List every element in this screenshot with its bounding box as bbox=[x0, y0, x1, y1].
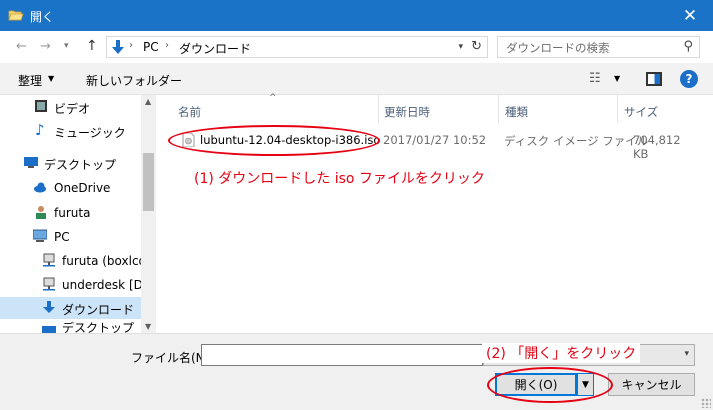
file-list: ^ 名前 更新日時 種類 サイズ lubuntu-12.04-desktop-i… bbox=[156, 93, 713, 333]
chevron-down-icon: ▼ bbox=[48, 74, 55, 83]
sidebar-item-label: デスクトップ bbox=[44, 158, 117, 172]
column-header-type[interactable]: 種類 bbox=[505, 95, 528, 123]
desktop-icon bbox=[42, 326, 56, 333]
dialog-footer: ファイル名(N): ▾ (2) 「開く」をクリック 開く(O) ▼ キャンセル bbox=[0, 333, 713, 410]
scroll-up-icon[interactable]: ▲ bbox=[145, 97, 151, 106]
cancel-button[interactable]: キャンセル bbox=[608, 373, 695, 396]
sidebar-item-downloads[interactable]: ダウンロード bbox=[0, 297, 141, 319]
sidebar-item-videos[interactable]: ビデオ bbox=[0, 96, 141, 118]
onedrive-icon bbox=[34, 182, 46, 193]
refresh-icon[interactable]: ↻ bbox=[471, 39, 482, 54]
user-icon bbox=[36, 206, 46, 219]
chevron-down-icon: ▾ bbox=[684, 349, 689, 359]
breadcrumb-downloads[interactable]: ダウンロード bbox=[179, 40, 251, 57]
sidebar-item-desktop-2[interactable]: デスクトップ bbox=[0, 321, 141, 333]
pc-icon bbox=[33, 229, 47, 242]
video-icon bbox=[35, 100, 47, 112]
column-header-size[interactable]: サイズ bbox=[624, 95, 658, 123]
desktop-icon bbox=[24, 157, 38, 168]
recent-locations-dropdown[interactable]: ▾ bbox=[64, 41, 69, 51]
new-folder-button[interactable]: 新しいフォルダー bbox=[86, 72, 182, 89]
nav-scrollbar[interactable]: ▲ ▼ bbox=[141, 95, 156, 333]
sidebar-item-label: ミュージック bbox=[54, 126, 126, 140]
up-button[interactable]: ↑ bbox=[86, 38, 98, 54]
sidebar-item-label: underdesk [Di bbox=[62, 278, 141, 292]
forward-button[interactable]: → bbox=[40, 39, 51, 54]
address-dropdown[interactable]: ▾ bbox=[458, 42, 463, 52]
annotation-step1: (1) ダウンロードした iso ファイルをクリック bbox=[194, 171, 485, 187]
address-row: ← → ▾ ↑ › PC › ダウンロード ▾ ↻ ダウンロードの検索 ⚲ bbox=[0, 31, 713, 63]
filename-input[interactable] bbox=[201, 344, 483, 366]
sidebar-item-label: デスクトップ bbox=[62, 321, 135, 333]
folder-open-icon bbox=[8, 10, 24, 21]
download-icon bbox=[43, 301, 55, 313]
navigation-pane: ビデオ ♪ ミュージック デスクトップ OneDrive furuta PC f… bbox=[0, 95, 156, 333]
sidebar-item-label: ビデオ bbox=[54, 102, 91, 116]
annotation-ellipse-file bbox=[168, 125, 380, 156]
resize-grip[interactable] bbox=[701, 398, 711, 408]
music-icon: ♪ bbox=[35, 121, 45, 139]
network-drive-icon bbox=[43, 253, 55, 267]
address-bar[interactable]: › PC › ダウンロード ▾ ↻ bbox=[106, 36, 488, 58]
sidebar-item-onedrive[interactable]: OneDrive bbox=[0, 177, 141, 199]
file-type: ディスク イメージ ファイル bbox=[504, 134, 649, 148]
command-bar: 整理 ▼ 新しいフォルダー ☷ ▼ ? bbox=[0, 63, 713, 95]
sidebar-item-label: ダウンロード bbox=[62, 303, 135, 317]
sidebar-item-network-drive-1[interactable]: furuta (boxlcd bbox=[0, 250, 141, 272]
network-drive-icon bbox=[43, 277, 55, 291]
breadcrumb-separator: › bbox=[165, 40, 169, 51]
sidebar-item-desktop[interactable]: デスクトップ bbox=[0, 152, 141, 174]
sidebar-item-label: PC bbox=[54, 230, 70, 244]
annotation-ellipse-open bbox=[487, 367, 613, 403]
organize-button[interactable]: 整理 bbox=[18, 72, 42, 89]
scrollbar-thumb[interactable] bbox=[143, 153, 154, 211]
title-bar: 開く ✕ bbox=[0, 0, 713, 31]
file-date: 2017/01/27 10:52 bbox=[383, 133, 487, 147]
scroll-down-icon[interactable]: ▼ bbox=[145, 322, 151, 331]
column-header-date[interactable]: 更新日時 bbox=[384, 95, 430, 123]
file-size: 704,812 KB bbox=[633, 133, 681, 161]
sidebar-item-network-drive-2[interactable]: underdesk [Di bbox=[0, 274, 141, 296]
sort-ascending-icon: ^ bbox=[269, 93, 277, 103]
close-button[interactable]: ✕ bbox=[667, 0, 713, 31]
sidebar-item-pc[interactable]: PC bbox=[0, 226, 141, 248]
annotation-step2: (2) 「開く」をクリック bbox=[482, 343, 641, 363]
breadcrumb-separator: › bbox=[129, 40, 133, 51]
back-button[interactable]: ← bbox=[16, 39, 27, 54]
sidebar-item-music[interactable]: ♪ ミュージック bbox=[0, 120, 141, 142]
sidebar-item-label: furuta (boxlcd bbox=[62, 254, 141, 268]
column-header-name[interactable]: 名前 bbox=[178, 95, 201, 123]
sidebar-item-label: OneDrive bbox=[54, 181, 111, 195]
help-button[interactable]: ? bbox=[680, 70, 698, 88]
chevron-down-icon[interactable]: ▼ bbox=[614, 74, 620, 83]
search-input[interactable]: ダウンロードの検索 bbox=[506, 40, 610, 56]
column-divider bbox=[498, 95, 499, 123]
download-icon bbox=[112, 40, 124, 54]
column-divider bbox=[617, 95, 618, 123]
column-divider bbox=[378, 95, 379, 123]
close-icon: ✕ bbox=[682, 5, 698, 26]
breadcrumb-pc[interactable]: PC bbox=[143, 40, 159, 54]
sidebar-item-user[interactable]: furuta bbox=[0, 202, 141, 224]
preview-pane-icon[interactable] bbox=[646, 72, 662, 86]
window-title: 開く bbox=[30, 10, 55, 24]
view-options-icon[interactable]: ☷ bbox=[589, 71, 601, 86]
file-list-scrollbar[interactable] bbox=[697, 95, 713, 333]
sidebar-item-label: furuta bbox=[54, 206, 91, 220]
search-icon: ⚲ bbox=[683, 39, 693, 54]
search-box[interactable]: ダウンロードの検索 ⚲ bbox=[497, 36, 700, 58]
